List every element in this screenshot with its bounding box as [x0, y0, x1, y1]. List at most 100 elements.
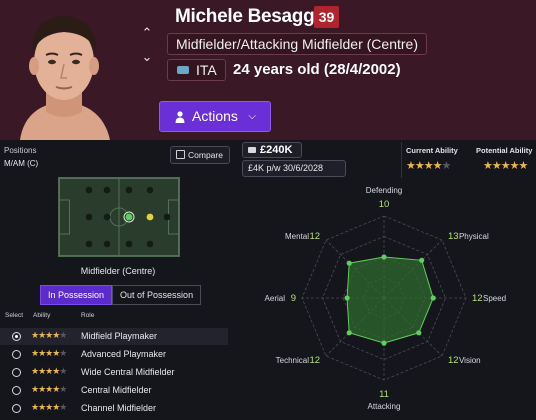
- role-ability-stars-icon: ★★★★★: [31, 330, 67, 340]
- radar-value-technical: 12: [309, 355, 320, 366]
- pitch-position-dot: [163, 213, 171, 221]
- pitch-position-dot: [125, 240, 133, 248]
- potential-ability-label: Potential Ability: [476, 146, 533, 155]
- current-ability-label: Current Ability: [406, 146, 458, 155]
- pitch-position-dot: [146, 186, 154, 194]
- pitch-secondary-position-dot: [146, 213, 154, 221]
- radar-label-defending: Defending: [366, 186, 402, 195]
- nationality-box[interactable]: ITA: [167, 59, 226, 81]
- divider: [401, 142, 402, 178]
- radar-value-mental: 12: [309, 231, 320, 242]
- positions-label: Positions: [4, 146, 37, 155]
- radar-point-speed: [430, 295, 436, 301]
- role-name: Wide Central Midfielder: [81, 367, 175, 377]
- radar-value-attacking: 11: [379, 389, 389, 400]
- positions-panel: Positions M/AM (C) Compare Midfielder (C…: [0, 140, 236, 420]
- previous-player-arrow-icon[interactable]: ⌃: [140, 26, 154, 40]
- role-name: Midfield Playmaker: [81, 331, 158, 341]
- pitch-position-label: Midfielder (Centre): [80, 266, 156, 276]
- radar-value-physical: 13: [448, 231, 459, 242]
- radar-point-aerial: [344, 295, 350, 301]
- chevron-down-icon: ⌵: [248, 111, 256, 122]
- pitch-position-dot: [103, 186, 111, 194]
- positions-value: M/AM (C): [4, 159, 39, 168]
- role-radio[interactable]: [12, 350, 21, 359]
- radar-point-defending: [381, 254, 387, 260]
- radar-value-vision: 12: [448, 355, 459, 366]
- pitch-markings: [59, 178, 179, 256]
- role-ability-stars-icon: ★★★★★: [31, 384, 67, 394]
- role-name: Channel Midfielder: [81, 403, 157, 413]
- nationality-code: ITA: [196, 62, 217, 78]
- compare-button[interactable]: Compare: [170, 146, 230, 164]
- compare-icon: [176, 150, 185, 159]
- pitch-position-dot: [125, 186, 133, 194]
- role-ability-stars-icon: ★★★★★: [31, 402, 67, 412]
- role-ability-stars-icon: ★★★★★: [31, 348, 67, 358]
- radar-label-speed: Speed: [483, 294, 506, 303]
- attributes-panel: £240K £4K p/w 30/6/2028 Current Ability …: [236, 140, 536, 420]
- role-row[interactable]: ★★★★★ Central Midfielder: [0, 382, 228, 399]
- role-row[interactable]: ★★★★★ Wide Central Midfielder: [0, 364, 228, 381]
- role-name: Advanced Playmaker: [81, 349, 167, 359]
- role-row[interactable]: ★★★★★ Advanced Playmaker: [0, 346, 228, 363]
- pitch-position-dot: [85, 213, 93, 221]
- player-avatar: [0, 0, 128, 140]
- role-radio[interactable]: [12, 368, 21, 377]
- player-position: Midfielder/Attacking Midfielder (Centre): [167, 33, 427, 55]
- pitch-position-dot: [103, 240, 111, 248]
- position-pitch: [58, 177, 180, 257]
- actions-button[interactable]: Actions ⌵: [159, 101, 271, 132]
- radar-label-vision: Vision: [459, 356, 481, 365]
- pitch-position-dot: [146, 240, 154, 248]
- radar-value-defending: 10: [379, 199, 390, 210]
- role-row[interactable]: ★★★★★ Midfield Playmaker: [0, 328, 228, 345]
- potential-ability-stars-icon: ★★★★★: [483, 160, 528, 172]
- radar-label-technical: Technical: [276, 356, 310, 365]
- radar-label-aerial: Aerial: [265, 294, 286, 303]
- radar-point-physical: [419, 257, 425, 263]
- radar-point-vision: [416, 330, 422, 336]
- possession-tabs: In Possession Out of Possession: [40, 285, 202, 305]
- radar-label-physical: Physical: [459, 232, 489, 241]
- radar-data-area: [346, 256, 434, 344]
- player-header: ⌃ ⌄ Michele Besaggio 39 Midfielder/Attac…: [0, 0, 536, 140]
- role-row[interactable]: ★★★★★ Channel Midfielder: [0, 400, 228, 417]
- role-radio[interactable]: [12, 404, 21, 413]
- player-age: 24 years old (28/4/2002): [233, 61, 401, 78]
- role-ability-stars-icon: ★★★★★: [31, 366, 67, 376]
- tab-in-possession[interactable]: In Possession: [40, 285, 113, 305]
- select-column-header: Select: [5, 312, 24, 319]
- radar-point-attacking: [381, 340, 387, 346]
- wage-contract: £4K p/w 30/6/2028: [242, 160, 346, 177]
- player-name: Michele Besaggio: [175, 6, 331, 27]
- pitch-position-dot: [85, 240, 93, 248]
- price-tag-icon: [248, 147, 256, 153]
- radar-label-mental: Mental: [285, 232, 309, 241]
- attribute-radar-chart: Defending1013 Physical12 Speed12 VisionAtta…: [265, 186, 507, 411]
- nationality-flag-icon: [177, 66, 189, 74]
- radar-point-technical: [346, 330, 352, 336]
- role-column-header: Role: [81, 312, 95, 319]
- pitch-position-dot: [85, 186, 93, 194]
- pitch-position-dot: [103, 213, 111, 221]
- next-player-arrow-icon[interactable]: ⌄: [140, 50, 154, 64]
- current-ability-stars-icon: ★★★★★: [406, 160, 451, 172]
- pitch-main-position-dot: [125, 213, 133, 221]
- role-radio[interactable]: [12, 386, 21, 395]
- radar-value-aerial: 9: [291, 293, 296, 304]
- compare-label: Compare: [188, 150, 223, 160]
- ability-column-header: Ability: [33, 312, 51, 319]
- radar-label-attacking: Attacking: [368, 402, 401, 411]
- radar-value-speed: 12: [472, 293, 483, 304]
- radar-point-mental: [346, 260, 352, 266]
- user-icon: [175, 111, 185, 123]
- squad-number-badge: 39: [314, 6, 339, 28]
- tab-out-of-possession[interactable]: Out of Possession: [112, 285, 202, 305]
- role-radio-selected[interactable]: [12, 332, 21, 341]
- player-nav: ⌃ ⌄: [140, 26, 154, 74]
- transfer-value: £240K: [242, 142, 302, 158]
- role-name: Central Midfielder: [81, 385, 152, 395]
- transfer-value-text: £240K: [260, 144, 293, 156]
- actions-label: Actions: [192, 108, 238, 124]
